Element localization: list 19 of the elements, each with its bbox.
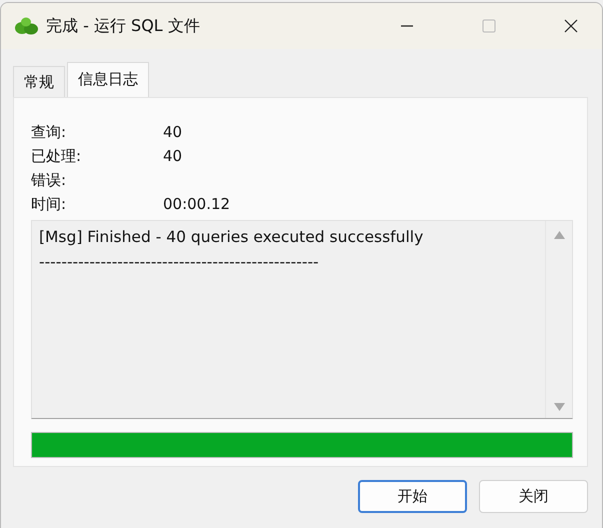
stat-label: 查询: <box>31 122 68 143</box>
scroll-up-icon[interactable] <box>554 231 564 239</box>
dialog-button[interactable]: 关闭 <box>479 480 588 513</box>
log-line: [Msg] Finished - 40 queries executed successfully <box>39 227 424 248</box>
stat-label: 错误: <box>31 170 68 191</box>
tab[interactable]: 常规 <box>13 66 65 97</box>
window-title: 完成 - 运行 SQL 文件 <box>46 16 200 36</box>
tab[interactable]: 信息日志 <box>67 62 149 97</box>
dialog-button[interactable]: 开始 <box>358 480 467 513</box>
app-logo-icon <box>14 16 40 36</box>
stat-label: 已处理: <box>31 146 82 167</box>
close-icon[interactable] <box>564 19 578 33</box>
scroll-down-icon[interactable] <box>554 403 564 411</box>
maximize-icon[interactable] <box>482 19 496 33</box>
stat-value: 40 <box>163 146 184 167</box>
stat-value: 00:00.12 <box>163 194 232 215</box>
log-line: -------------------------------------------------- <box>39 252 320 273</box>
stat-value: 40 <box>163 122 184 143</box>
stat-label: 时间: <box>31 194 68 215</box>
